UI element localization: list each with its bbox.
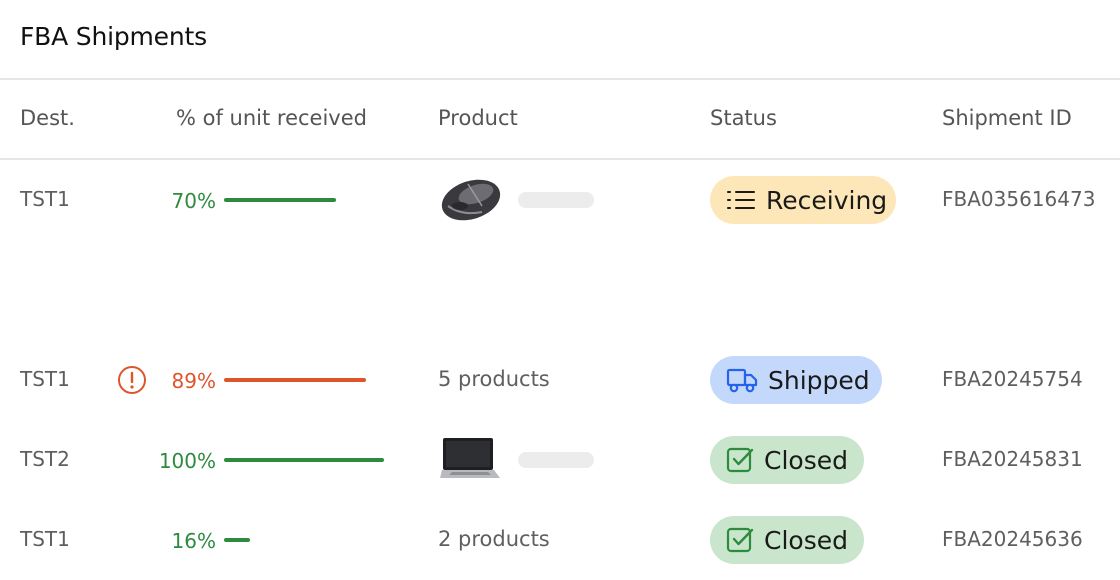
shipment-id-cell[interactable]: FBA20245636 (942, 527, 1083, 551)
progress-bar (224, 538, 250, 542)
shipment-id-cell[interactable]: FBA035616473 (942, 187, 1095, 211)
product-count[interactable]: 5 products (438, 367, 550, 391)
dest-cell: TST1 (20, 367, 70, 391)
shipment-id-cell[interactable]: FBA20245754 (942, 367, 1083, 391)
title-divider (0, 78, 1120, 80)
progress-bar (224, 378, 366, 382)
status-label: Closed (764, 525, 848, 555)
status-label: Shipped (768, 365, 870, 395)
checkbox-icon (726, 446, 754, 474)
status-badge-closed[interactable]: Closed (710, 516, 864, 564)
mouse-thumbnail (441, 179, 501, 221)
status-label: Closed (764, 445, 848, 475)
truck-icon (726, 367, 758, 393)
status-badge-shipped[interactable]: Shipped (710, 356, 882, 404)
percent-label: 100% (158, 449, 216, 473)
status-badge-receiving[interactable]: Receiving (710, 176, 896, 224)
percent-label: 89% (171, 369, 216, 393)
column-header-status[interactable]: Status (710, 106, 777, 130)
percent-label: 16% (171, 529, 216, 553)
product-name-placeholder (518, 452, 594, 468)
laptop-thumbnail (440, 438, 500, 478)
list-icon (726, 188, 756, 212)
page-title: FBA Shipments (20, 22, 207, 51)
column-header-shipment-id[interactable]: Shipment ID (942, 106, 1072, 130)
progress-bar (224, 198, 336, 202)
dest-cell: TST2 (20, 447, 70, 471)
dest-cell: TST1 (20, 187, 70, 211)
product-count[interactable]: 2 products (438, 527, 550, 551)
dest-cell: TST1 (20, 527, 70, 551)
product-name-placeholder (518, 192, 594, 208)
column-header-received[interactable]: % of unit received (176, 106, 367, 130)
percent-label: 70% (171, 189, 216, 213)
shipment-id-cell[interactable]: FBA20245831 (942, 447, 1083, 471)
header-divider (0, 158, 1120, 160)
checkbox-icon (726, 526, 754, 554)
progress-bar (224, 458, 384, 462)
column-header-product[interactable]: Product (438, 106, 518, 130)
column-header-dest[interactable]: Dest. (20, 106, 75, 130)
status-badge-closed[interactable]: Closed (710, 436, 864, 484)
status-label: Receiving (766, 185, 888, 215)
fba-shipments-panel: FBA Shipments Dest. % of unit received P… (0, 0, 1120, 580)
